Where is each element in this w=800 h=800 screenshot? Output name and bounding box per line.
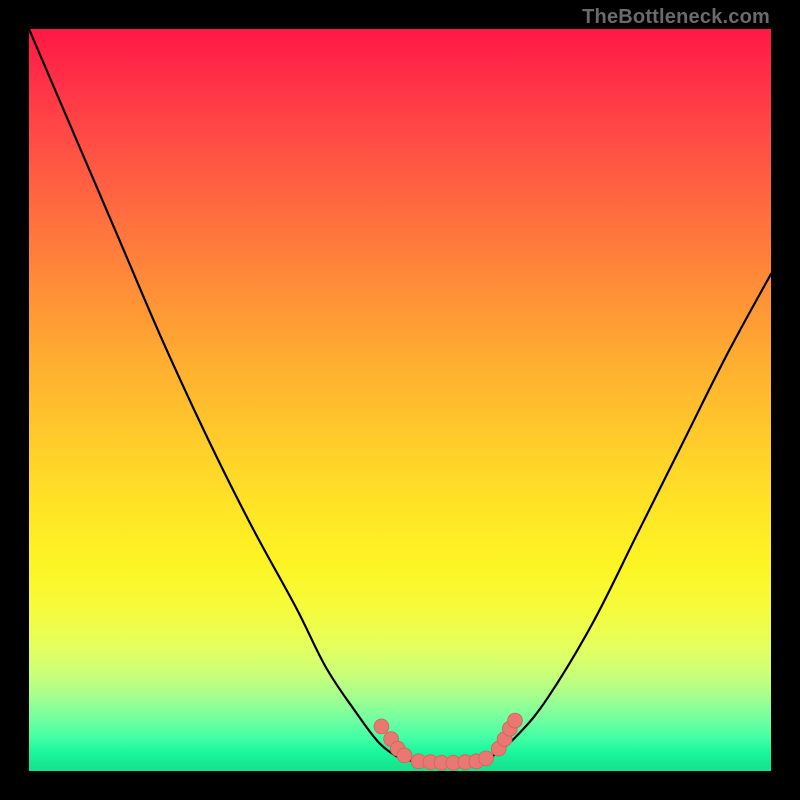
v-curve (29, 29, 771, 763)
chart-stage: TheBottleneck.com (0, 0, 800, 800)
plot-area (29, 29, 771, 771)
data-marker (479, 751, 494, 766)
curve-group (29, 29, 771, 763)
credit-watermark: TheBottleneck.com (582, 6, 770, 29)
data-marker (397, 748, 412, 763)
marker-group (374, 713, 522, 770)
data-marker (374, 719, 389, 734)
curve-layer (29, 29, 771, 771)
data-marker (508, 713, 523, 728)
